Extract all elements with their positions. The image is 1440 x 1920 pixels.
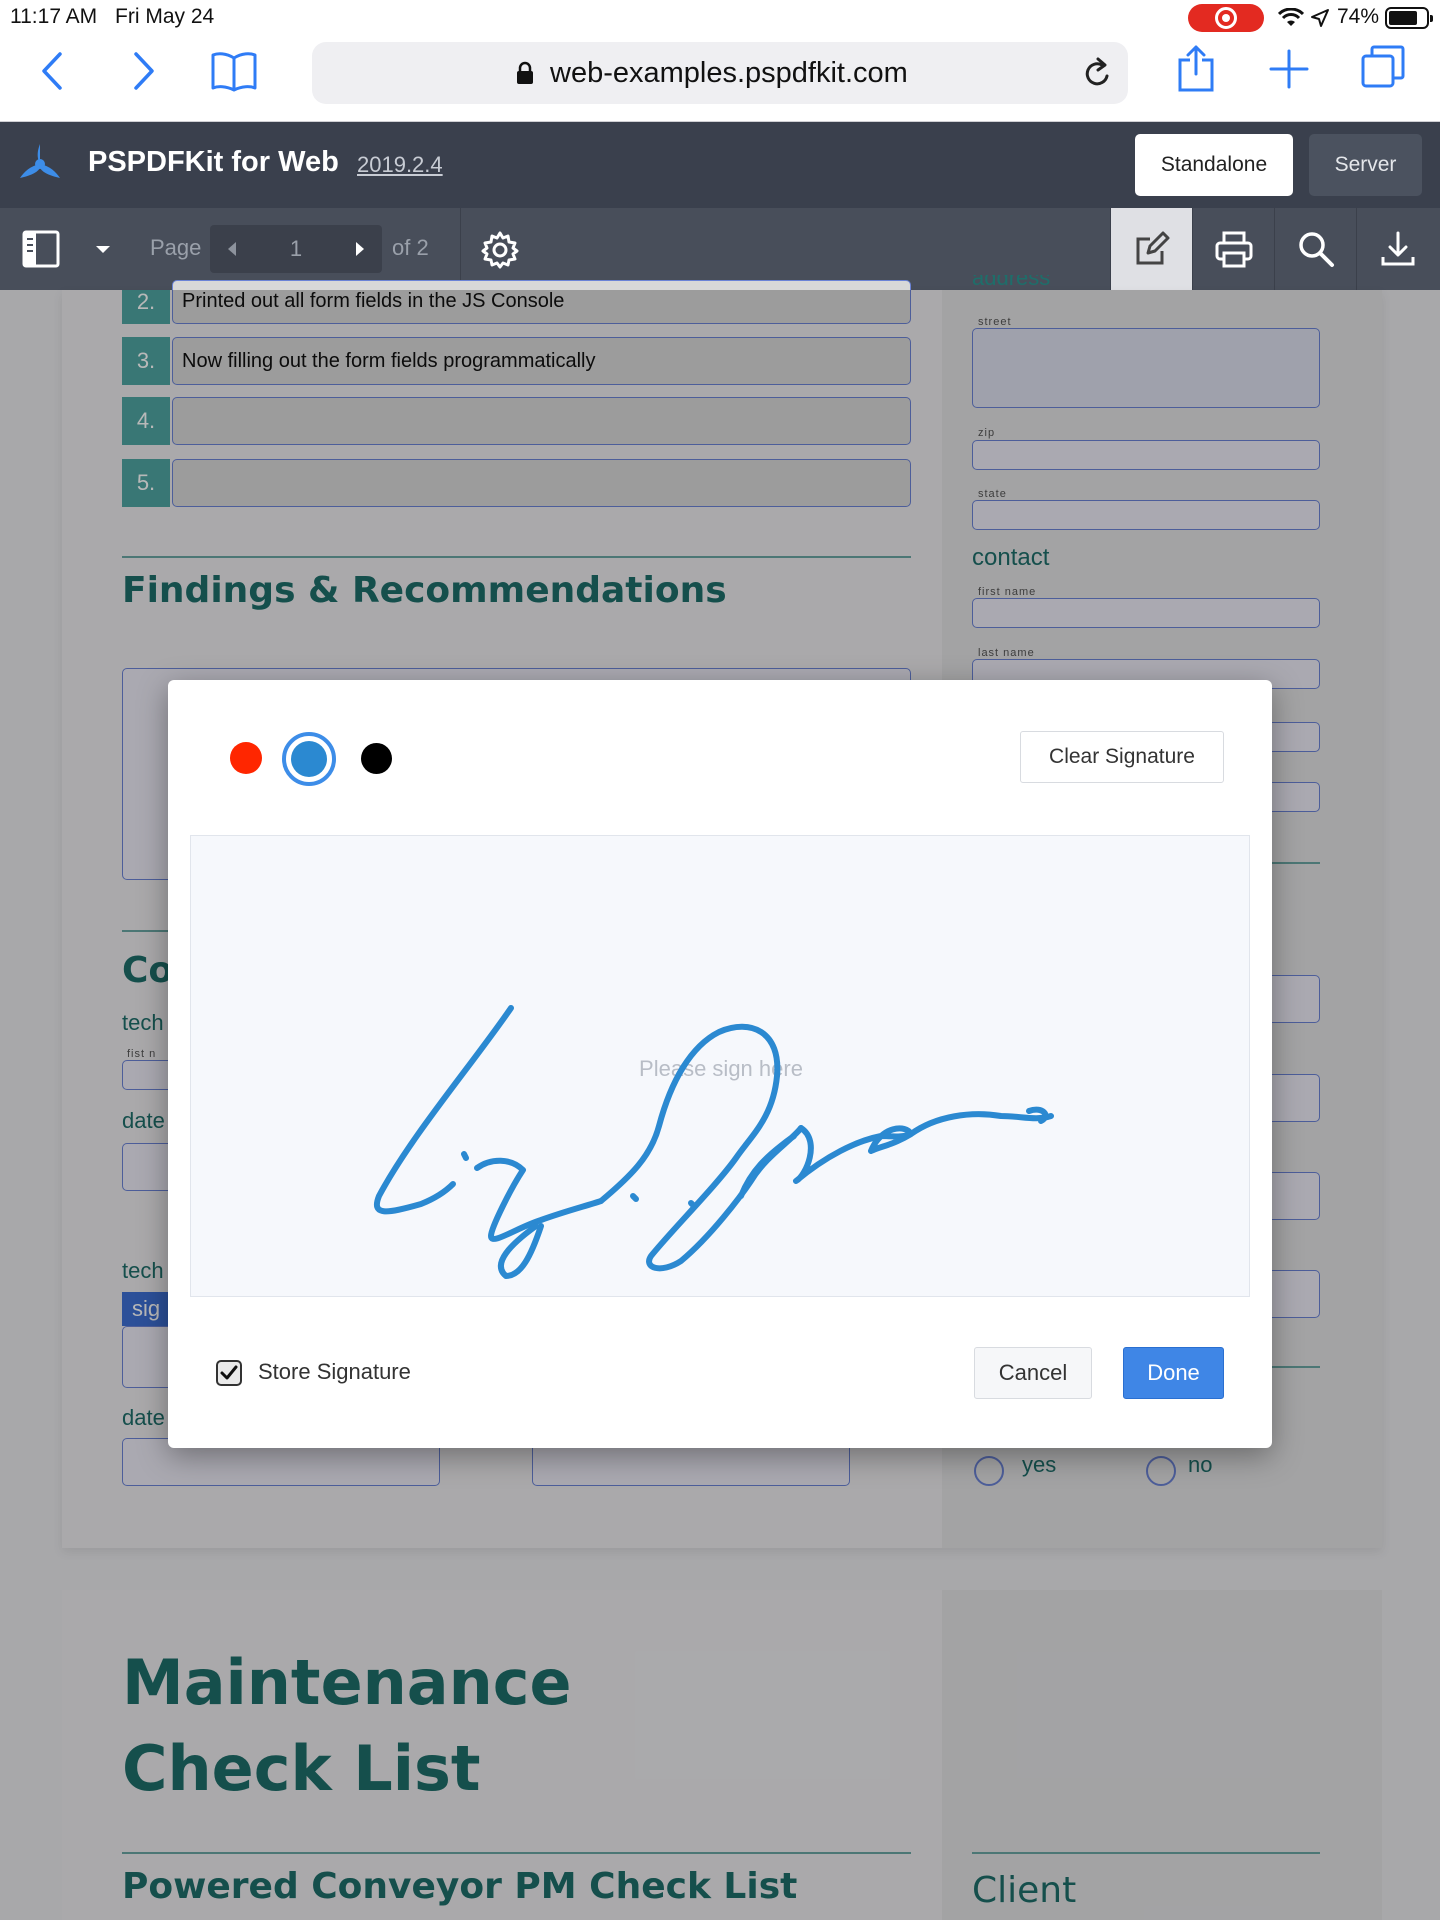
sidebar-toggle-icon[interactable] [22,230,60,268]
chevron-down-icon[interactable] [94,244,112,256]
battery-icon [1385,7,1433,29]
app-version-link[interactable]: 2019.2.4 [357,152,443,178]
location-icon [1311,9,1329,27]
lock-icon [517,61,533,84]
address-bar[interactable]: web-examples.pspdfkit.com [312,42,1128,104]
settings-gear-icon[interactable] [480,230,520,270]
done-button[interactable]: Done [1123,1347,1224,1399]
page-number-input[interactable]: 1 [252,225,340,273]
battery-percent: 74% [1337,5,1380,28]
tabs-icon[interactable] [1360,44,1406,90]
pdf-toolbar: Page 1 of 2 [0,208,1440,290]
download-button[interactable] [1356,208,1438,290]
share-icon[interactable] [1176,44,1216,94]
record-icon [1215,7,1237,29]
selected-color-dot [291,741,327,777]
screen-recording-indicator[interactable] [1188,4,1264,32]
app-header: PSPDFKit for Web 2019.2.4 Standalone Ser… [0,122,1440,208]
server-button[interactable]: Server [1309,134,1422,196]
new-tab-icon[interactable] [1268,48,1310,90]
store-signature-checkbox[interactable] [216,1360,242,1386]
color-swatch-black[interactable] [361,743,392,774]
address-heading: address [972,275,1051,289]
next-page-icon[interactable] [354,241,366,257]
page-count: of 2 [392,235,429,260]
status-bar: 11:17 AM Fri May 24 74% [0,0,1440,34]
page-label: Page [150,235,202,260]
status-date: Fri May 24 [115,5,215,28]
print-button[interactable] [1192,208,1274,290]
cancel-button[interactable]: Cancel [974,1347,1092,1399]
signature-dialog: Clear Signature Please sign here Store S… [168,680,1272,1448]
color-swatch-blue[interactable] [282,732,336,786]
standalone-button[interactable]: Standalone [1135,134,1293,196]
signature-canvas[interactable]: Please sign here [190,835,1250,1297]
reload-icon[interactable] [1082,56,1114,90]
browser-toolbar: web-examples.pspdfkit.com [0,34,1440,122]
store-signature-label: Store Signature [258,1359,411,1384]
search-button[interactable] [1274,208,1356,290]
prev-page-icon[interactable] [226,241,238,257]
back-icon[interactable] [38,48,68,94]
pspdfkit-logo-icon [20,144,60,178]
printer-icon [1215,231,1253,268]
clear-signature-button[interactable]: Clear Signature [1020,731,1224,783]
edit-icon [1136,231,1170,265]
wifi-icon [1278,8,1304,26]
color-swatch-red[interactable] [230,742,262,774]
status-time: 11:17 AM [10,5,98,28]
search-icon [1299,232,1334,267]
signature-ink [374,1005,1054,1279]
forward-icon[interactable] [128,48,158,94]
url-text: web-examples.pspdfkit.com [550,57,908,89]
app-title: PSPDFKit for Web [88,146,339,178]
checkmark-icon [220,1365,238,1380]
bookmarks-icon[interactable] [210,50,258,92]
download-icon [1381,231,1415,266]
page-navigator: 1 [210,225,382,273]
annotate-button[interactable] [1110,208,1192,290]
